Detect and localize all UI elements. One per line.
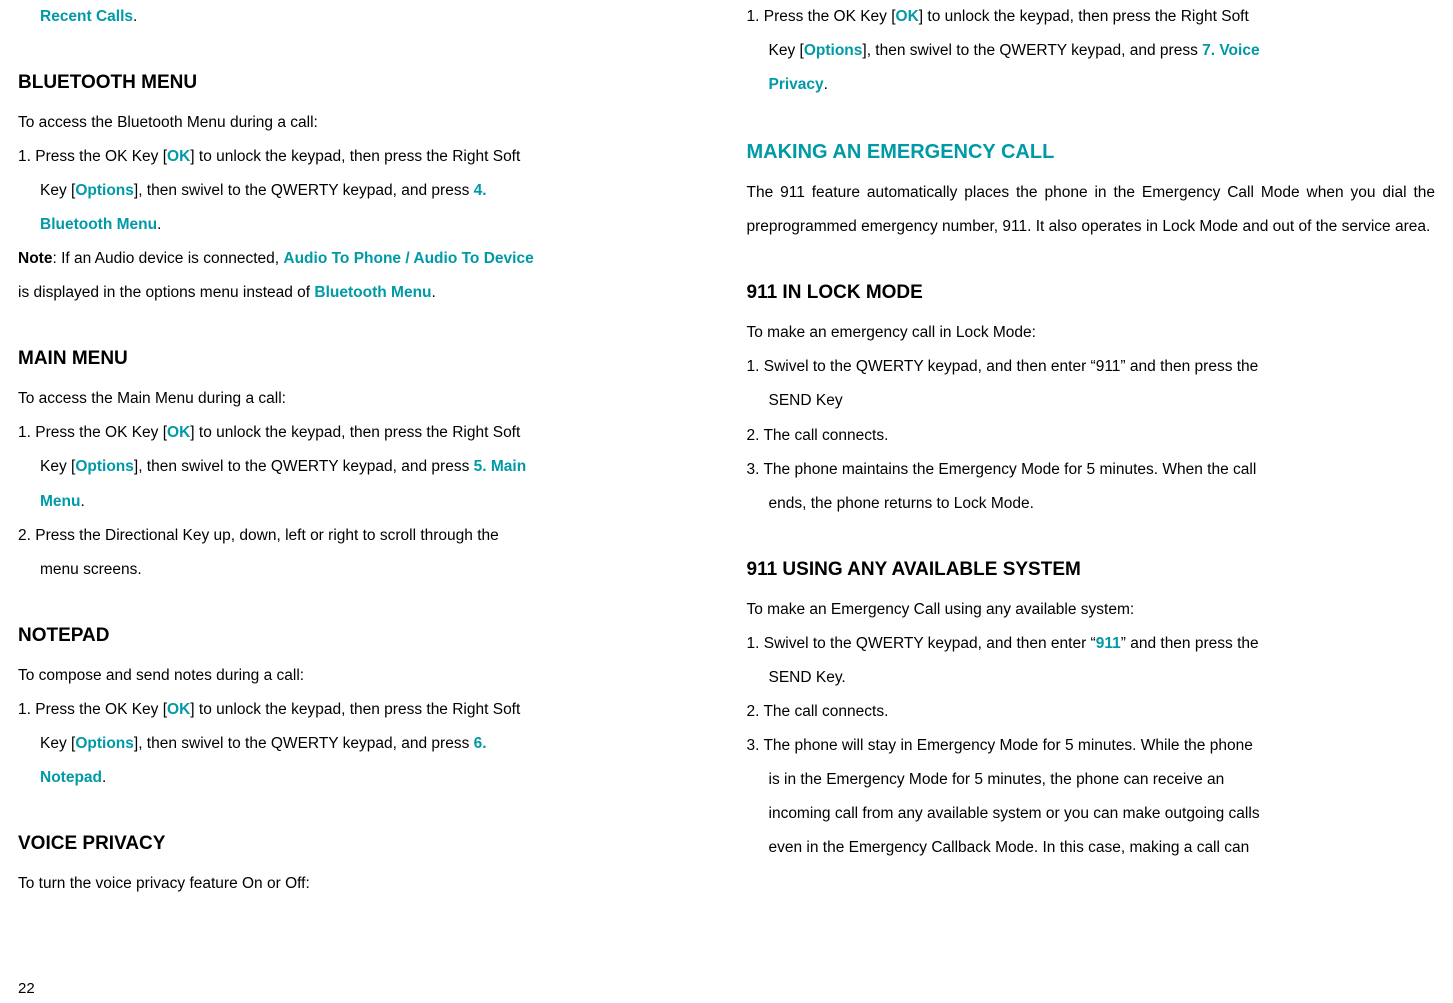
text: . bbox=[157, 216, 161, 233]
any-step-3-line4: even in the Emergency Callback Mode. In … bbox=[747, 831, 1436, 865]
ok-key: OK bbox=[167, 148, 190, 165]
notepad-heading: NOTEPAD bbox=[18, 615, 707, 657]
lock-mode-heading: 911 IN LOCK MODE bbox=[747, 272, 1436, 314]
options-key: Options bbox=[75, 182, 134, 199]
menu-link: Notepad bbox=[40, 769, 102, 786]
text: ], then swivel to the QWERTY keypad, and… bbox=[134, 735, 474, 752]
vp-step-1-line1: 1. Press the OK Key [OK] to unlock the k… bbox=[747, 0, 1436, 34]
text: : If an Audio device is connected, bbox=[52, 250, 283, 267]
menu-link: 4. bbox=[474, 182, 487, 199]
text: . bbox=[133, 8, 137, 25]
lock-step-3-line1: 3. The phone maintains the Emergency Mod… bbox=[747, 453, 1436, 487]
emergency-paragraph: The 911 feature automatically places the… bbox=[747, 176, 1436, 244]
text: Key [ bbox=[40, 182, 75, 199]
main-step-1-line3: Menu. bbox=[18, 485, 707, 519]
options-key: Options bbox=[75, 458, 134, 475]
right-column: 1. Press the OK Key [OK] to unlock the k… bbox=[747, 0, 1436, 901]
note-label: Note bbox=[18, 250, 52, 267]
any-step-3-line2: is in the Emergency Mode for 5 minutes, … bbox=[747, 763, 1436, 797]
ok-key: OK bbox=[896, 8, 919, 25]
text: 1. Press the OK Key [ bbox=[747, 8, 896, 25]
lock-mode-intro: To make an emergency call in Lock Mode: bbox=[747, 316, 1436, 350]
bluetooth-note-line1: Note: If an Audio device is connected, A… bbox=[18, 242, 707, 276]
main-menu-heading: MAIN MENU bbox=[18, 338, 707, 380]
any-step-3-line3: incoming call from any available system … bbox=[747, 797, 1436, 831]
text: ” and then press the bbox=[1121, 635, 1259, 652]
any-system-intro: To make an Emergency Call using any avai… bbox=[747, 593, 1436, 627]
page-number: 22 bbox=[18, 980, 35, 997]
audio-link: Audio To Phone / Audio To Device bbox=[283, 250, 533, 267]
options-key: Options bbox=[75, 735, 134, 752]
bluetooth-step-1-line2: Key [Options], then swivel to the QWERTY… bbox=[18, 174, 707, 208]
bluetooth-step-1-line1: 1. Press the OK Key [OK] to unlock the k… bbox=[18, 140, 707, 174]
notepad-intro: To compose and send notes during a call: bbox=[18, 659, 707, 693]
left-column: Recent Calls. BLUETOOTH MENU To access t… bbox=[18, 0, 707, 901]
bluetooth-note-line2: is displayed in the options menu instead… bbox=[18, 276, 707, 310]
text: ] to unlock the keypad, then press the R… bbox=[919, 8, 1249, 25]
notepad-step-1-line3: Notepad. bbox=[18, 761, 707, 795]
voice-privacy-intro: To turn the voice privacy feature On or … bbox=[18, 867, 707, 901]
any-step-1-line1: 1. Swivel to the QWERTY keypad, and then… bbox=[747, 627, 1436, 661]
menu-link: Bluetooth Menu bbox=[314, 284, 431, 301]
text: ] to unlock the keypad, then press the R… bbox=[190, 424, 520, 441]
text: Key [ bbox=[40, 458, 75, 475]
main-step-1-line2: Key [Options], then swivel to the QWERTY… bbox=[18, 450, 707, 484]
text: ] to unlock the keypad, then press the R… bbox=[190, 148, 520, 165]
text: Key [ bbox=[40, 735, 75, 752]
lock-step-3-line2: ends, the phone returns to Lock Mode. bbox=[747, 487, 1436, 521]
lock-step-1-line2: SEND Key bbox=[747, 384, 1436, 418]
text: ], then swivel to the QWERTY keypad, and… bbox=[134, 458, 474, 475]
notepad-step-1-line2: Key [Options], then swivel to the QWERTY… bbox=[18, 727, 707, 761]
menu-link: 5. Main bbox=[474, 458, 527, 475]
menu-link: 6. bbox=[474, 735, 487, 752]
main-step-1-line1: 1. Press the OK Key [OK] to unlock the k… bbox=[18, 416, 707, 450]
content-columns: Recent Calls. BLUETOOTH MENU To access t… bbox=[18, 0, 1435, 901]
bluetooth-heading: BLUETOOTH MENU bbox=[18, 62, 707, 104]
any-step-3-line1: 3. The phone will stay in Emergency Mode… bbox=[747, 729, 1436, 763]
recent-calls-line: Recent Calls. bbox=[18, 0, 707, 34]
text: is displayed in the options menu instead… bbox=[18, 284, 314, 301]
ok-key: OK bbox=[167, 701, 190, 718]
text: . bbox=[102, 769, 106, 786]
text: ], then swivel to the QWERTY keypad, and… bbox=[134, 182, 474, 199]
bluetooth-step-1-line3: Bluetooth Menu. bbox=[18, 208, 707, 242]
main-step-2-line1: 2. Press the Directional Key up, down, l… bbox=[18, 519, 707, 553]
menu-link: 7. Voice bbox=[1202, 42, 1259, 59]
emergency-heading: MAKING AN EMERGENCY CALL bbox=[747, 130, 1436, 174]
vp-step-1-line2: Key [Options], then swivel to the QWERTY… bbox=[747, 34, 1436, 68]
lock-step-1-line1: 1. Swivel to the QWERTY keypad, and then… bbox=[747, 350, 1436, 384]
menu-link: Privacy bbox=[769, 76, 824, 93]
any-system-heading: 911 USING ANY AVAILABLE SYSTEM bbox=[747, 549, 1436, 591]
bluetooth-intro: To access the Bluetooth Menu during a ca… bbox=[18, 106, 707, 140]
text: Key [ bbox=[769, 42, 804, 59]
text: 1. Press the OK Key [ bbox=[18, 148, 167, 165]
text: 1. Swivel to the QWERTY keypad, and then… bbox=[747, 635, 1096, 652]
any-step-1-line2: SEND Key. bbox=[747, 661, 1436, 695]
notepad-step-1-line1: 1. Press the OK Key [OK] to unlock the k… bbox=[18, 693, 707, 727]
911-link: 911 bbox=[1096, 635, 1121, 652]
vp-step-1-line3: Privacy. bbox=[747, 68, 1436, 102]
text: 1. Press the OK Key [ bbox=[18, 701, 167, 718]
text: . bbox=[432, 284, 436, 301]
text: . bbox=[824, 76, 828, 93]
recent-calls-link: Recent Calls bbox=[40, 8, 133, 25]
ok-key: OK bbox=[167, 424, 190, 441]
text: ] to unlock the keypad, then press the R… bbox=[190, 701, 520, 718]
voice-privacy-heading: VOICE PRIVACY bbox=[18, 823, 707, 865]
text: ], then swivel to the QWERTY keypad, and… bbox=[862, 42, 1202, 59]
lock-step-2: 2. The call connects. bbox=[747, 419, 1436, 453]
any-step-2: 2. The call connects. bbox=[747, 695, 1436, 729]
menu-link: Bluetooth Menu bbox=[40, 216, 157, 233]
main-menu-intro: To access the Main Menu during a call: bbox=[18, 382, 707, 416]
text: 1. Press the OK Key [ bbox=[18, 424, 167, 441]
options-key: Options bbox=[804, 42, 863, 59]
text: . bbox=[80, 493, 84, 510]
main-step-2-line2: menu screens. bbox=[18, 553, 707, 587]
menu-link: Menu bbox=[40, 493, 80, 510]
